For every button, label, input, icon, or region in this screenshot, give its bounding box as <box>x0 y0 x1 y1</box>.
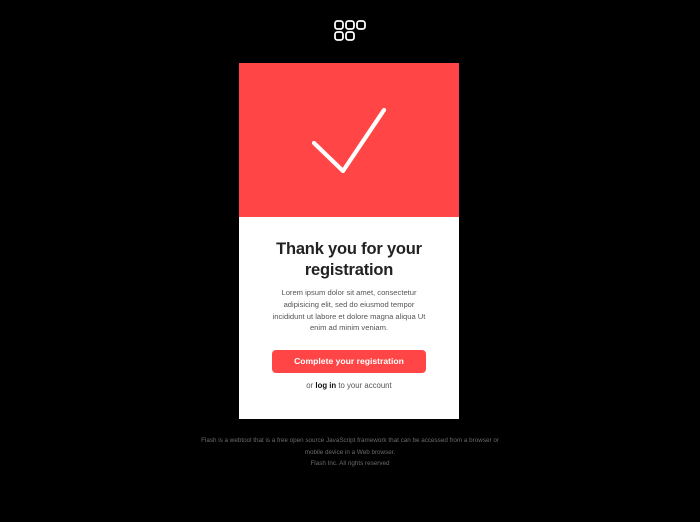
page-title: Thank you for your registration <box>276 240 422 279</box>
page: Thank you for your registration Lorem ip… <box>0 0 700 522</box>
login-prompt: or log in to your account <box>239 381 459 390</box>
login-suffix: to your account <box>336 381 392 390</box>
grid-logo-icon <box>334 20 366 42</box>
footer-description: Flash is a webtool that is a free open s… <box>201 437 499 456</box>
registration-card: Thank you for your registration Lorem ip… <box>239 63 459 419</box>
hero-banner <box>239 63 459 217</box>
complete-registration-button[interactable]: Complete your registration <box>272 350 426 373</box>
footer-copyright: Flash Inc. All rights reserved <box>310 460 390 467</box>
description-text: Lorem ipsum dolor sit amet, consectetur … <box>272 288 426 333</box>
login-link[interactable]: log in <box>315 381 336 390</box>
